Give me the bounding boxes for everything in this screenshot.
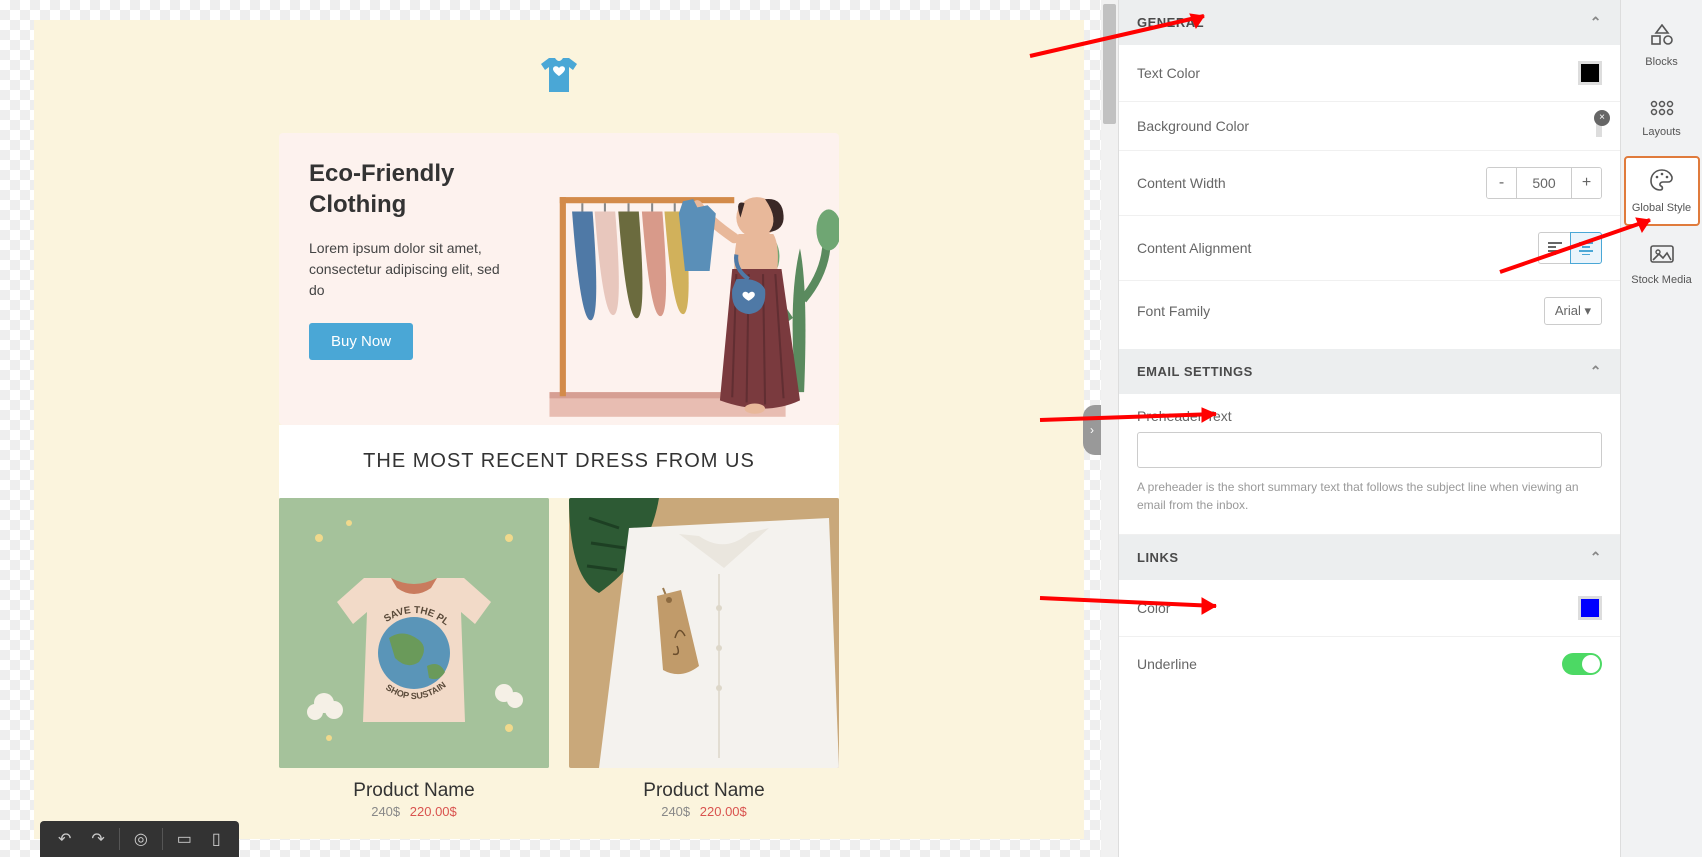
bottom-toolbar: ↶ ↷ ◎ ▭ ▯ — [40, 821, 239, 857]
row-content-alignment: Content Alignment — [1119, 216, 1620, 281]
redo-button[interactable]: ↷ — [81, 829, 114, 849]
field-label: Color — [1137, 600, 1170, 616]
mobile-view-button[interactable]: ▯ — [202, 829, 231, 849]
rail-global-style[interactable]: Global Style — [1624, 156, 1700, 226]
grid-icon — [1624, 96, 1700, 122]
properties-panel: GENERAL ⌃ Text Color Background Color × … — [1118, 0, 1620, 857]
canvas-area[interactable]: Eco-Friendly Clothing Lorem ipsum dolor … — [0, 0, 1118, 857]
canvas-scrollbar[interactable]: › — [1101, 0, 1118, 857]
product-price: 240$ 220.00$ — [279, 804, 549, 819]
row-font-family: Font Family Arial ▾ — [1119, 281, 1620, 349]
section-header-email-settings[interactable]: EMAIL SETTINGS ⌃ — [1119, 349, 1620, 394]
rail-stock-media[interactable]: Stock Media — [1624, 234, 1700, 296]
scrollbar-thumb[interactable] — [1103, 4, 1116, 124]
old-price: 240$ — [661, 804, 690, 819]
field-label: Text Color — [1137, 65, 1200, 81]
rail-label: Stock Media — [1631, 274, 1692, 286]
text-color-swatch[interactable] — [1578, 61, 1602, 85]
hero-text: Eco-Friendly Clothing Lorem ipsum dolor … — [279, 133, 531, 425]
field-label: Content Alignment — [1137, 240, 1251, 256]
field-label: Underline — [1137, 656, 1197, 672]
product-image: SAVE THE PLANET SHOP SUSTAINABLE — [279, 498, 549, 768]
row-background-color: Background Color × — [1119, 102, 1620, 151]
align-left-icon — [1547, 241, 1563, 255]
row-text-color: Text Color — [1119, 45, 1620, 102]
palette-icon — [1626, 168, 1698, 198]
product-grid: SAVE THE PLANET SHOP SUSTAINABLE Product… — [279, 498, 839, 819]
width-input[interactable] — [1517, 168, 1571, 198]
preheader-input[interactable] — [1137, 432, 1602, 468]
old-price: 240$ — [371, 804, 400, 819]
new-price: 220.00$ — [700, 804, 747, 819]
rail-label: Layouts — [1642, 126, 1681, 138]
row-preheader: Preheader Text A preheader is the short … — [1119, 394, 1620, 535]
caret-down-icon: ▾ — [1584, 303, 1591, 318]
width-decrement-button[interactable]: - — [1487, 168, 1517, 198]
preview-button[interactable]: ◎ — [124, 829, 158, 849]
right-rail: Blocks Layouts Global Style Stock Media — [1620, 0, 1702, 857]
new-price: 220.00$ — [410, 804, 457, 819]
product-name: Product Name — [279, 780, 549, 802]
row-link-color: Color — [1119, 580, 1620, 637]
underline-toggle[interactable] — [1562, 653, 1602, 675]
logo-area — [34, 40, 1084, 113]
image-icon — [1624, 244, 1700, 270]
hero-body: Lorem ipsum dolor sit amet, consectetur … — [309, 238, 511, 301]
row-content-width: Content Width - + — [1119, 151, 1620, 216]
undo-button[interactable]: ↶ — [48, 829, 81, 849]
hero-block[interactable]: Eco-Friendly Clothing Lorem ipsum dolor … — [279, 133, 839, 425]
field-label: Content Width — [1137, 175, 1226, 191]
rail-blocks[interactable]: Blocks — [1624, 14, 1700, 78]
section-title-text: GENERAL — [1137, 15, 1204, 30]
align-center-button[interactable] — [1570, 232, 1602, 264]
clear-color-icon[interactable]: × — [1594, 110, 1610, 126]
chevron-up-icon: ⌃ — [1590, 549, 1602, 566]
field-label: Preheader Text — [1137, 408, 1602, 424]
align-center-icon — [1578, 241, 1594, 255]
rail-layouts[interactable]: Layouts — [1624, 86, 1700, 148]
content-width-stepper: - + — [1486, 167, 1602, 199]
product-card[interactable]: Product Name 240$ 220.00$ — [569, 498, 839, 819]
separator — [162, 828, 163, 850]
section-title-text: LINKS — [1137, 550, 1179, 565]
hero-title: Eco-Friendly Clothing — [309, 158, 511, 220]
desktop-view-button[interactable]: ▭ — [167, 829, 202, 849]
font-family-value: Arial — [1555, 303, 1581, 318]
field-label: Font Family — [1137, 303, 1210, 319]
chevron-up-icon: ⌃ — [1590, 363, 1602, 380]
tshirt-heart-icon — [535, 50, 583, 103]
product-name: Product Name — [569, 780, 839, 802]
product-price: 240$ 220.00$ — [569, 804, 839, 819]
section-header-general[interactable]: GENERAL ⌃ — [1119, 0, 1620, 45]
preheader-hint: A preheader is the short summary text th… — [1137, 478, 1602, 514]
chevron-up-icon: ⌃ — [1590, 14, 1602, 31]
product-image — [569, 498, 839, 768]
alignment-group — [1538, 232, 1602, 264]
width-increment-button[interactable]: + — [1571, 168, 1601, 198]
align-left-button[interactable] — [1538, 232, 1570, 264]
separator — [119, 828, 120, 850]
buy-now-button[interactable]: Buy Now — [309, 323, 413, 360]
field-label: Background Color — [1137, 118, 1249, 134]
shapes-icon — [1624, 24, 1700, 52]
chevron-right-icon: › — [1090, 423, 1094, 437]
link-color-swatch[interactable] — [1578, 596, 1602, 620]
product-card[interactable]: SAVE THE PLANET SHOP SUSTAINABLE Product… — [279, 498, 549, 819]
email-body[interactable]: Eco-Friendly Clothing Lorem ipsum dolor … — [34, 20, 1084, 839]
rail-label: Blocks — [1645, 56, 1677, 68]
section-title: THE MOST RECENT DRESS FROM US — [279, 425, 839, 498]
panel-collapse-handle[interactable]: › — [1083, 405, 1101, 455]
row-underline: Underline — [1119, 637, 1620, 691]
hero-illustration — [531, 133, 839, 425]
rail-label: Global Style — [1632, 202, 1691, 214]
font-family-dropdown[interactable]: Arial ▾ — [1544, 297, 1602, 325]
section-title-text: EMAIL SETTINGS — [1137, 364, 1253, 379]
section-header-links[interactable]: LINKS ⌃ — [1119, 535, 1620, 580]
